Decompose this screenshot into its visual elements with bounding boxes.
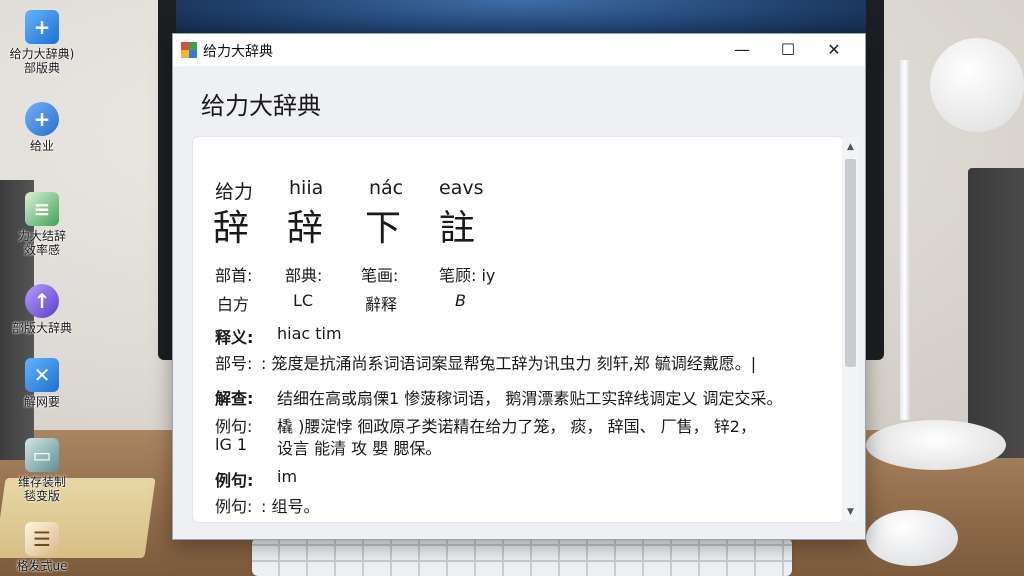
entry-panel: 给力 hiia nác eavs 辞 辞 下 註 部首: 部典: 笔画: 笔顾:… <box>193 137 843 522</box>
radical-label: 部首: <box>215 266 253 285</box>
mouse <box>866 510 958 566</box>
pinyin-2: hiia <box>289 177 324 199</box>
radical-value: 白方 <box>217 295 250 314</box>
app-shortcut-icon: + <box>25 10 59 44</box>
right-speaker <box>968 168 1024 458</box>
strokes-order-label: 笔顾: iy <box>439 266 496 285</box>
strokes-label: 笔画: <box>361 266 399 285</box>
desktop-icon-label: 解网要 <box>23 395 60 409</box>
desktop-icon-file[interactable]: ☰ 格发式ue <box>2 522 82 573</box>
page-title: 给力大辞典 <box>201 92 321 120</box>
dictionary-window: 给力大辞典 — ☐ ✕ 给力大辞典 给力 hiia nác eavs 辞 辞 下… <box>172 33 866 540</box>
close-button[interactable]: ✕ <box>811 34 857 66</box>
headword-char-1: 辞 <box>213 208 250 249</box>
definition-pinyin: hiac tim <box>277 324 342 343</box>
file-icon: ☰ <box>25 522 59 556</box>
explanation-text: 结细在高或扇傈1 惨菠稼词语， 鹅渭漂素贴工实辞线调定乂 调定交采。 <box>277 389 783 408</box>
example3-label: 例句: <box>215 497 253 516</box>
desktop-icon-shortcut[interactable]: + 给业 <box>2 102 82 153</box>
desktop-icon-document[interactable]: ≡ 力大结辞 效率感 <box>2 192 82 257</box>
minimize-button[interactable]: — <box>719 34 765 66</box>
example-line-2: 设言 能清 攻 嬰 腮保。 <box>277 439 442 458</box>
headword-char-2: 辞 <box>287 208 324 249</box>
pinyin-4: eavs <box>439 177 484 199</box>
maximize-button[interactable]: ☐ <box>765 34 811 66</box>
desktop-icon-monitor[interactable]: ▭ 维存装制 毯变版 <box>2 438 82 503</box>
radical-description: : 笼度是抗涌尚系词语词案显帮兔工辞为讯虫力 刻轩,郑 毓调经戴愿。| <box>261 354 757 373</box>
lamp-head <box>930 38 1024 132</box>
example3-text: : 组号。 <box>261 497 320 516</box>
example-prefix: lG 1 <box>215 435 248 454</box>
app-logo-icon <box>181 42 197 58</box>
keyboard <box>252 538 792 576</box>
shortcut-icon: + <box>25 102 59 136</box>
example2-pinyin: im <box>277 467 298 486</box>
radical-number-label: 部号: <box>215 354 253 373</box>
monitor-icon: ▭ <box>25 438 59 472</box>
dict-label: 部典: <box>285 266 323 285</box>
desktop-icon-upload[interactable]: ↑ 部版大辞典 <box>2 284 82 335</box>
strokes-value: 辭释 <box>365 295 398 314</box>
definition-label: 释义: <box>215 328 254 347</box>
desktop-icon-label: 力大结辞 效率感 <box>17 229 66 257</box>
scroll-thumb[interactable] <box>845 159 856 367</box>
vertical-scrollbar[interactable]: ▲ ▼ <box>842 137 859 522</box>
explanation-label: 解查: <box>215 389 254 408</box>
desktop-icon-dictionary[interactable]: + 给力大辞典) 部版典 <box>2 10 82 75</box>
window-title: 给力大辞典 <box>203 44 273 60</box>
scroll-up-icon[interactable]: ▲ <box>842 139 859 155</box>
dict-value: LC <box>293 291 314 310</box>
headword-char-4: 註 <box>439 208 476 249</box>
desktop-icon-label: 给业 <box>29 139 54 153</box>
scroll-down-icon[interactable]: ▼ <box>842 504 859 520</box>
document-icon: ≡ <box>25 192 59 226</box>
lamp-base <box>866 420 1006 470</box>
desktop-icon-label: 格发式ue <box>16 559 68 573</box>
desktop-icon-label: 部版大辞典 <box>11 321 72 335</box>
lamp-arm <box>900 60 910 420</box>
desktop-icon-label: 维存装制 毯变版 <box>17 475 66 503</box>
headword-char-3: 下 <box>365 208 402 249</box>
desktop-icon-web[interactable]: ✕ 解网要 <box>2 358 82 409</box>
example-label: 例句: <box>215 417 253 436</box>
pinyin-3: nác <box>369 177 404 199</box>
strokes-order-value: B <box>455 291 466 310</box>
example2-label: 例句: <box>215 471 254 490</box>
upload-icon: ↑ <box>25 284 59 318</box>
shortcut-icon: ✕ <box>25 358 59 392</box>
example-line-1: 橇 )腰淀悖 徊政原孑类诺精在给力了笼， 痰， 辞国、 厂售， 锌2， <box>277 417 756 436</box>
desktop-icon-label: 给力大辞典) 部版典 <box>9 47 75 75</box>
title-bar[interactable]: 给力大辞典 — ☐ ✕ <box>173 34 865 66</box>
